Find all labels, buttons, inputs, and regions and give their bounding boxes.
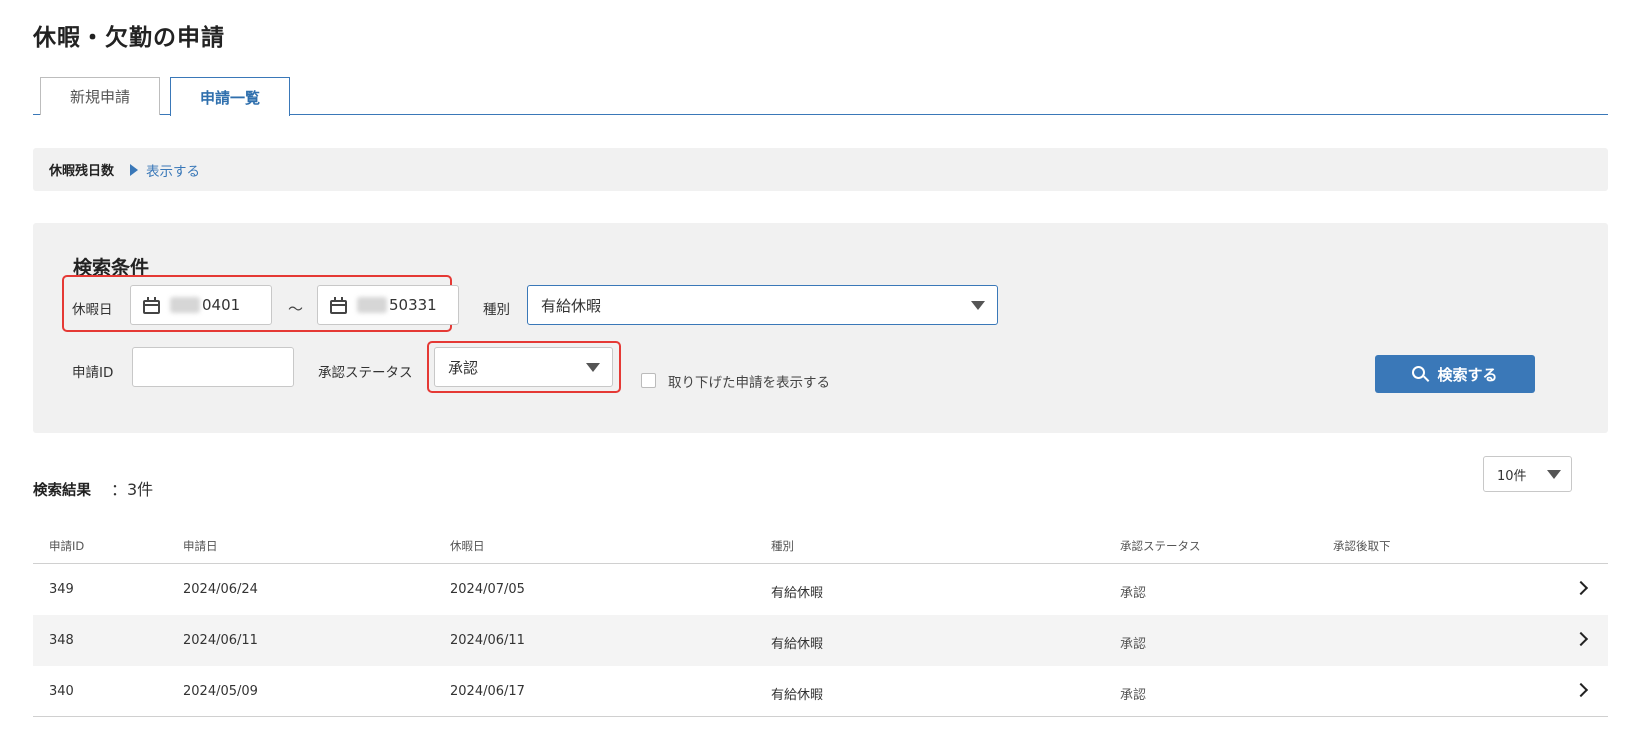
cell-applied-date: 2024/06/11 [183, 633, 258, 648]
redacted-year [357, 297, 387, 313]
chevron-down-icon [971, 301, 985, 310]
date-separator: ～ [288, 300, 304, 318]
results-table: 申請ID 申請日 休暇日 種別 承認ステータス 承認後取下 349 2024/0… [33, 528, 1608, 717]
tab-bar: 新規申請 申請一覧 [33, 77, 1608, 116]
date-to-value: 50331 [389, 296, 437, 314]
cell-status: 承認 [1120, 586, 1147, 601]
per-page-value: 10件 [1497, 468, 1527, 484]
date-to-field[interactable]: 50331 [317, 285, 459, 325]
search-button-label: 検索する [1437, 365, 1498, 384]
table-row[interactable]: 348 2024/06/11 2024/06/11 有給休暇 承認 [33, 615, 1608, 666]
withdrawn-label: 取り下げた申請を表示する [668, 375, 830, 391]
cell-status: 承認 [1120, 637, 1147, 652]
calendar-icon [143, 296, 160, 314]
cell-type: 有給休暇 [771, 637, 824, 652]
type-select[interactable]: 有給休暇 [527, 285, 998, 325]
col-withdrawn: 承認後取下 [1333, 539, 1391, 553]
remaining-days-toggle-label: 表示する [146, 163, 201, 180]
remaining-days-toggle[interactable]: 表示する [130, 160, 200, 180]
date-from-value: 0401 [202, 296, 241, 314]
withdrawn-checkbox[interactable] [641, 373, 656, 388]
calendar-icon [330, 296, 347, 314]
triangle-right-icon [130, 163, 139, 176]
cell-status: 承認 [1120, 688, 1147, 703]
type-select-value: 有給休暇 [541, 296, 602, 315]
chevron-right-icon[interactable] [1573, 580, 1589, 596]
result-header: 検索結果 ：3件 [33, 476, 153, 500]
cell-applied-date: 2024/06/24 [183, 582, 258, 597]
cell-request-id: 348 [49, 633, 74, 648]
cell-applied-date: 2024/05/09 [183, 684, 258, 699]
status-label: 承認ステータス [318, 365, 413, 381]
request-id-label: 申請ID [72, 365, 114, 381]
tab-request-list[interactable]: 申請一覧 [170, 77, 290, 116]
table-header: 申請ID 申請日 休暇日 種別 承認ステータス 承認後取下 [33, 528, 1608, 564]
col-type: 種別 [771, 539, 794, 553]
cell-leave-date: 2024/07/05 [450, 582, 525, 597]
col-request-id: 申請ID [49, 539, 85, 553]
cell-leave-date: 2024/06/11 [450, 633, 525, 648]
chevron-down-icon [586, 363, 600, 372]
request-id-input[interactable] [132, 347, 294, 387]
search-button[interactable]: 検索する [1375, 355, 1535, 393]
result-count: ：3件 [111, 480, 154, 499]
cell-request-id: 340 [49, 684, 74, 699]
redacted-year [170, 297, 200, 313]
chevron-right-icon[interactable] [1573, 682, 1589, 698]
status-select[interactable]: 承認 [434, 347, 613, 387]
date-label: 休暇日 [72, 302, 113, 318]
cell-request-id: 349 [49, 582, 74, 597]
status-select-value: 承認 [448, 358, 479, 377]
chevron-right-icon[interactable] [1573, 631, 1589, 647]
page-title: 休暇・欠勤の申請 [33, 25, 225, 51]
col-applied-date: 申請日 [183, 539, 218, 553]
cell-leave-date: 2024/06/17 [450, 684, 525, 699]
date-from-field[interactable]: 0401 [130, 285, 272, 325]
table-row[interactable]: 340 2024/05/09 2024/06/17 有給休暇 承認 [33, 666, 1608, 717]
remaining-days-bar: 休暇残日数 表示する [33, 148, 1608, 191]
cell-type: 有給休暇 [771, 586, 824, 601]
chevron-down-icon [1547, 470, 1561, 479]
tab-new-request[interactable]: 新規申請 [40, 77, 160, 115]
remaining-days-label: 休暇残日数 [49, 164, 115, 179]
result-label: 検索結果 [33, 483, 91, 499]
col-leave-date: 休暇日 [450, 539, 485, 553]
cell-type: 有給休暇 [771, 688, 824, 703]
search-icon [1412, 366, 1430, 382]
type-label: 種別 [483, 302, 510, 318]
col-status: 承認ステータス [1120, 539, 1201, 553]
per-page-select[interactable]: 10件 [1483, 456, 1572, 492]
table-row[interactable]: 349 2024/06/24 2024/07/05 有給休暇 承認 [33, 564, 1608, 615]
